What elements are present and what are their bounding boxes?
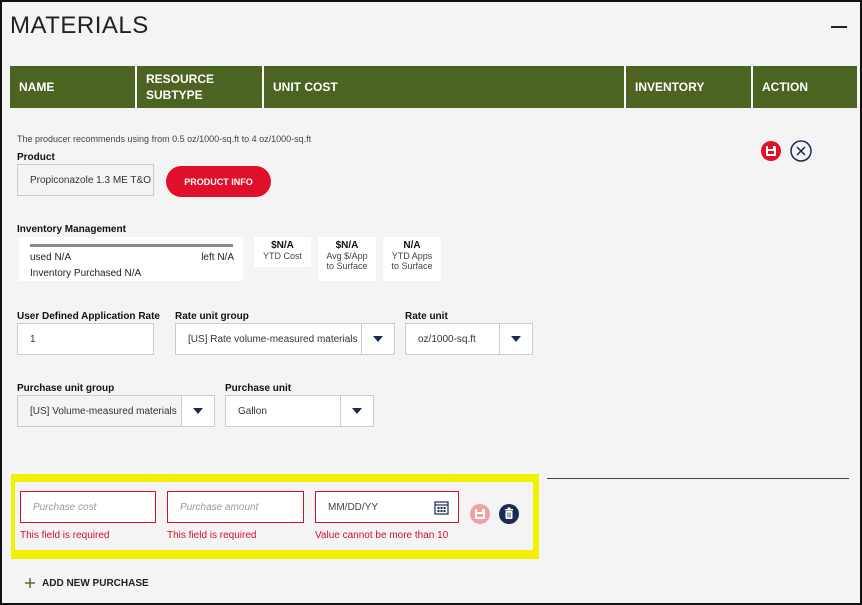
stat-value: N/A <box>403 240 421 251</box>
stat-label-2: to Surface <box>391 261 433 271</box>
stat-value: $N/A <box>271 240 294 251</box>
purchase-unit-select[interactable]: Gallon <box>225 395 374 427</box>
column-inventory: INVENTORY <box>626 66 753 108</box>
purchase-date-error: Value cannot be more than 10 <box>315 530 449 541</box>
rate-unit-group-value: [US] Rate volume-measured materials <box>188 333 358 345</box>
stat-avg-app: $N/A Avg $/App to Surface <box>318 237 376 281</box>
chevron-down-icon[interactable] <box>340 396 373 426</box>
inventory-used: used N/A <box>30 252 72 263</box>
rate-label: User Defined Application Rate <box>17 311 160 322</box>
inventory-label: Inventory Management <box>17 224 126 235</box>
chevron-down-icon[interactable] <box>181 396 214 426</box>
save-icon[interactable] <box>469 503 491 525</box>
cancel-circle-icon[interactable] <box>789 139 813 163</box>
stat-label: Avg $/App <box>326 251 368 261</box>
column-action: ACTION <box>753 66 857 108</box>
rate-unit-value: oz/1000-sq.ft <box>418 333 476 345</box>
rate-input[interactable]: 1 <box>17 323 154 355</box>
inventory-left: left N/A <box>201 252 234 263</box>
purchase-unit-group-label: Purchase unit group <box>17 383 115 394</box>
column-name: NAME <box>10 66 137 108</box>
purchase-cost-input[interactable]: Purchase cost <box>20 491 156 523</box>
product-info-button[interactable]: PRODUCT INFO <box>166 166 271 197</box>
purchase-unit-value: Gallon <box>238 405 267 417</box>
rate-unit-select[interactable]: oz/1000-sq.ft <box>405 323 533 355</box>
collapse-icon[interactable] <box>831 26 847 28</box>
rate-unit-group-select[interactable]: [US] Rate volume-measured materials <box>175 323 395 355</box>
purchase-amount-input[interactable]: Purchase amount <box>167 491 304 523</box>
purchase-unit-group-select[interactable]: [US] Volume-measured materials <box>17 395 215 427</box>
add-new-purchase-label: ADD NEW PURCHASE <box>42 577 149 589</box>
section-title: MATERIALS <box>10 12 149 39</box>
purchase-unit-group-value: [US] Volume-measured materials <box>30 405 177 417</box>
chevron-down-icon[interactable] <box>361 324 394 354</box>
rate-unit-group-label: Rate unit group <box>175 311 249 322</box>
rate-unit-label: Rate unit <box>405 311 448 322</box>
trash-icon[interactable] <box>498 503 520 525</box>
stat-ytd-cost: $N/A YTD Cost <box>254 237 311 267</box>
plus-icon <box>25 578 35 588</box>
recommendation-text: The producer recommends using from 0.5 o… <box>17 134 312 144</box>
purchase-date-placeholder: MM/DD/YY <box>328 501 378 513</box>
stat-ytd-apps: N/A YTD Apps to Surface <box>383 237 441 281</box>
product-label: Product <box>17 152 55 163</box>
materials-panel: MATERIALS NAME RESOURCE SUBTYPE UNIT COS… <box>0 0 862 605</box>
stat-value: $N/A <box>335 240 359 251</box>
divider <box>547 478 849 479</box>
stat-label-2: to Surface <box>326 261 368 271</box>
product-field: Propiconazole 1.3 ME T&O <box>17 164 154 196</box>
add-new-purchase-button[interactable]: ADD NEW PURCHASE <box>24 577 149 589</box>
purchase-date-input[interactable]: MM/DD/YY <box>315 491 459 523</box>
inventory-summary: used N/A left N/A Inventory Purchased N/… <box>19 237 243 281</box>
table-header: NAME RESOURCE SUBTYPE UNIT COST INVENTOR… <box>10 66 857 108</box>
stat-label: YTD Apps <box>391 251 433 261</box>
save-icon[interactable] <box>760 140 782 162</box>
calendar-icon[interactable] <box>434 500 449 515</box>
chevron-down-icon[interactable] <box>499 324 532 354</box>
column-resource-subtype: RESOURCE SUBTYPE <box>137 66 264 108</box>
purchase-amount-error: This field is required <box>167 530 257 541</box>
inventory-progress-bar <box>30 244 233 247</box>
purchase-cost-error: This field is required <box>20 530 110 541</box>
stat-label: YTD Cost <box>262 251 302 261</box>
inventory-purchased: Inventory Purchased N/A <box>30 268 142 279</box>
column-unit-cost: UNIT COST <box>264 66 626 108</box>
purchase-unit-label: Purchase unit <box>225 383 292 394</box>
